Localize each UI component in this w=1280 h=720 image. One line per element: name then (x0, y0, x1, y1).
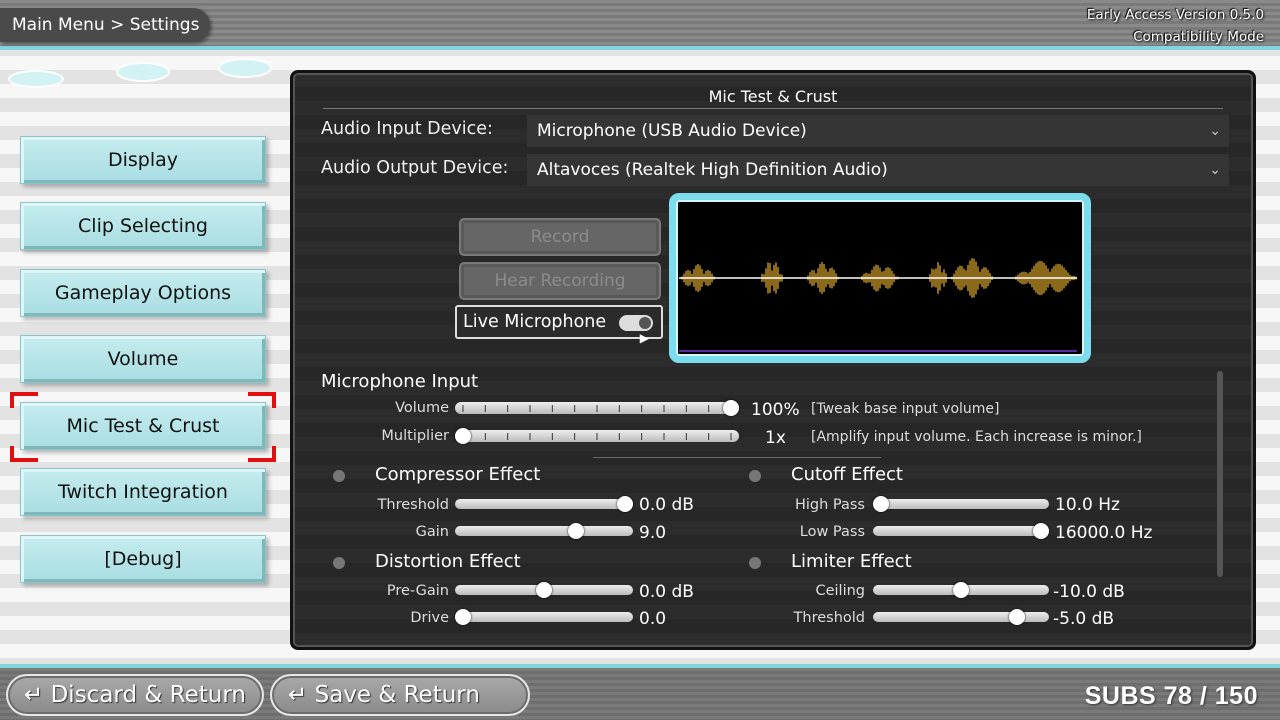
version-info: Early Access Version 0.5.0 Compatibility… (1087, 4, 1264, 48)
save-return-button[interactable]: ↵ Save & Return (270, 674, 530, 716)
subs-counter: SUBS 78 / 150 (1084, 682, 1258, 710)
distortion-drive-value: 0.0 (639, 609, 667, 629)
distortion-title: Distortion Effect (375, 551, 521, 572)
live-microphone-label: Live Microphone (463, 312, 607, 332)
limiter-ceiling-knob[interactable] (953, 582, 969, 598)
distortion-pregain-label: Pre-Gain (386, 583, 449, 599)
compressor-threshold-knob[interactable] (617, 496, 633, 512)
output-device-value: Altavoces (Realtek High Definition Audio… (537, 160, 888, 180)
limiter-ceiling-slider[interactable] (873, 582, 1049, 598)
limiter-threshold-label: Threshold (793, 610, 865, 626)
sidebar-item-twitch-integration[interactable]: Twitch Integration (20, 468, 266, 516)
cutoff-enable-toggle[interactable] (749, 470, 761, 482)
return-arrow-icon: ↵ (288, 682, 308, 708)
scrollbar[interactable] (1217, 371, 1223, 577)
limiter-ceiling-value: -10.0 dB (1053, 582, 1125, 602)
limiter-title: Limiter Effect (791, 551, 912, 572)
distortion-enable-toggle[interactable] (333, 557, 345, 569)
waveform-display (669, 193, 1091, 363)
sidebar-item-mic-test[interactable]: Mic Test & Crust (20, 402, 266, 450)
compressor-gain-slider[interactable] (455, 523, 633, 539)
decor-oval (116, 62, 170, 82)
version-label: Early Access Version 0.5.0 (1086, 7, 1264, 23)
sidebar-item-gameplay-options[interactable]: Gameplay Options (20, 269, 266, 317)
cutoff-highpass-value: 10.0 Hz (1055, 495, 1120, 515)
cutoff-highpass-label: High Pass (794, 497, 865, 513)
distortion-pregain-slider[interactable] (455, 582, 633, 598)
distortion-pregain-value: 0.0 dB (639, 582, 694, 602)
volume-value: 100% (751, 400, 800, 420)
compressor-gain-label: Gain (415, 524, 449, 540)
volume-label: Volume (395, 400, 449, 416)
decor-oval (8, 70, 64, 88)
limiter-ceiling-label: Ceiling (815, 583, 865, 599)
input-device-select[interactable]: Microphone (USB Audio Device) ⌄ (527, 115, 1229, 147)
limiter-enable-toggle[interactable] (749, 557, 761, 569)
settings-panel: Mic Test & Crust Audio Input Device: Mic… (290, 70, 1256, 650)
compressor-gain-knob[interactable] (568, 523, 585, 539)
panel-title: Mic Test & Crust (323, 87, 1223, 109)
compressor-threshold-label: Threshold (377, 497, 449, 513)
cutoff-lowpass-knob[interactable] (1033, 523, 1049, 539)
multiplier-value: 1x (765, 428, 786, 448)
output-device-select[interactable]: Altavoces (Realtek High Definition Audio… (527, 154, 1229, 186)
cutoff-lowpass-label: Low Pass (799, 524, 865, 540)
discard-return-button[interactable]: ↵ Discard & Return (6, 674, 264, 716)
volume-note: [Tweak base input volume] (811, 401, 1000, 417)
compressor-enable-toggle[interactable] (333, 470, 345, 482)
distortion-pregain-knob[interactable] (536, 582, 552, 598)
selection-corner (248, 392, 276, 408)
limiter-threshold-knob[interactable] (1009, 609, 1025, 625)
mode-label: Compatibility Mode (1133, 29, 1264, 45)
waveform-graph (679, 258, 1077, 352)
distortion-drive-slider[interactable] (455, 609, 633, 625)
volume-slider[interactable] (455, 400, 739, 416)
decor-oval (218, 58, 272, 78)
limiter-threshold-slider[interactable] (873, 609, 1049, 625)
multiplier-ticks (462, 433, 732, 440)
selection-corner (10, 392, 38, 408)
distortion-drive-label: Drive (410, 610, 449, 626)
cutoff-title: Cutoff Effect (791, 464, 903, 485)
volume-knob[interactable] (723, 400, 739, 416)
sidebar-item-display[interactable]: Display (20, 136, 266, 184)
sidebar-item-volume[interactable]: Volume (20, 335, 266, 383)
cutoff-lowpass-slider[interactable] (873, 523, 1049, 539)
compressor-title: Compressor Effect (375, 464, 541, 485)
compressor-threshold-value: 0.0 dB (639, 495, 694, 515)
multiplier-knob[interactable] (455, 428, 471, 444)
multiplier-slider[interactable] (455, 428, 739, 444)
return-arrow-icon: ↵ (24, 682, 44, 708)
save-return-label: Save & Return (314, 682, 480, 708)
input-device-value: Microphone (USB Audio Device) (537, 121, 807, 141)
divider (593, 457, 881, 458)
sidebar-item-clip-selecting[interactable]: Clip Selecting (20, 202, 266, 250)
mic-input-title: Microphone Input (321, 371, 479, 392)
output-device-label: Audio Output Device: (321, 158, 509, 178)
input-device-label: Audio Input Device: (321, 119, 493, 139)
distortion-drive-knob[interactable] (455, 609, 471, 625)
top-bar: Main Menu > Settings Early Access Versio… (0, 0, 1280, 50)
selection-corner (248, 446, 276, 462)
limiter-threshold-value: -5.0 dB (1053, 609, 1115, 629)
volume-ticks (462, 405, 732, 412)
compressor-threshold-slider[interactable] (455, 496, 633, 512)
discard-return-label: Discard & Return (50, 682, 246, 708)
chevron-down-icon: ⌄ (1209, 123, 1221, 139)
live-microphone-toggle[interactable]: Live Microphone ▶ (455, 305, 663, 345)
compressor-gain-value: 9.0 (639, 523, 667, 543)
cutoff-lowpass-value: 16000.0 Hz (1055, 523, 1153, 543)
breadcrumb: Main Menu > Settings (0, 8, 210, 42)
cutoff-highpass-slider[interactable] (873, 496, 1049, 512)
record-button[interactable]: Record (459, 218, 661, 256)
selection-corner (10, 446, 38, 462)
cutoff-highpass-knob[interactable] (873, 496, 889, 512)
hear-recording-button[interactable]: Hear Recording (459, 262, 661, 300)
cursor-icon: ▶ (639, 331, 649, 345)
multiplier-note: [Amplify input volume. Each increase is … (811, 429, 1142, 445)
sidebar-item-debug[interactable]: [Debug] (20, 535, 266, 583)
multiplier-label: Multiplier (381, 428, 449, 444)
chevron-down-icon: ⌄ (1209, 162, 1221, 178)
